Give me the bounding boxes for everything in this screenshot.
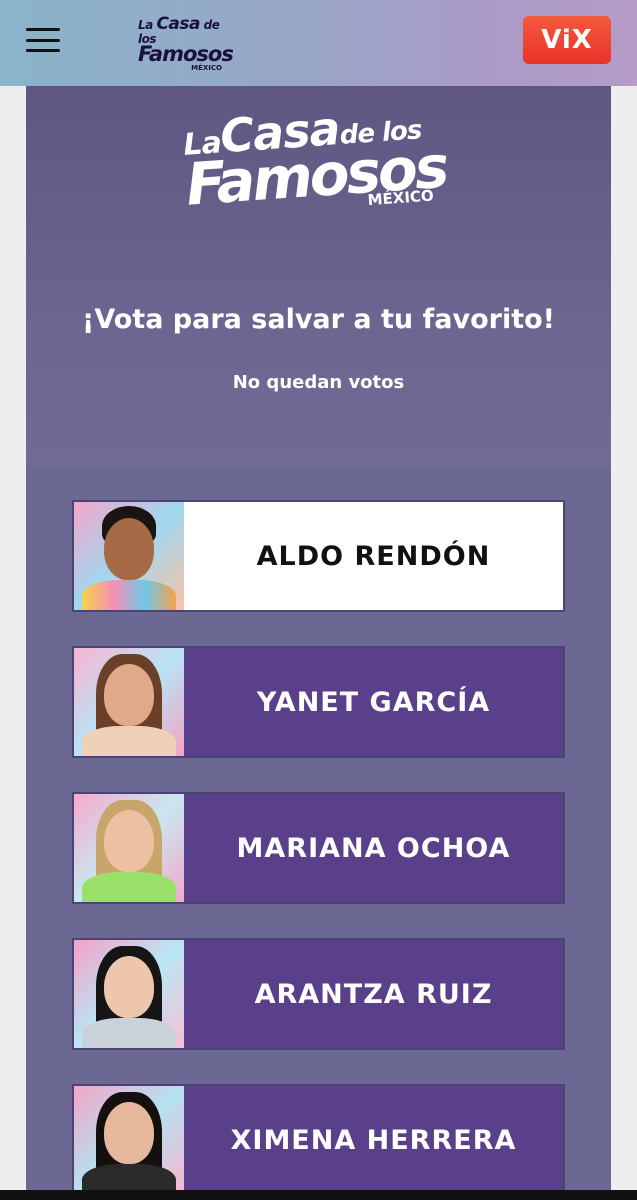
candidate-card-arantza[interactable]: ARANTZA RUIZ bbox=[72, 938, 565, 1050]
candidate-name: XIMENA HERRERA bbox=[230, 1124, 517, 1156]
logo-text-mexico: MÉXICO bbox=[191, 64, 222, 72]
header-logo[interactable]: La Casa de los Famosos MÉXICO bbox=[138, 14, 234, 72]
candidate-photo bbox=[74, 1086, 184, 1194]
vote-heading: ¡Vota para salvar a tu favorito! bbox=[82, 304, 555, 335]
candidate-name: ALDO RENDÓN bbox=[256, 540, 491, 572]
candidate-photo bbox=[74, 502, 184, 610]
candidate-photo bbox=[74, 940, 184, 1048]
candidate-list: ALDO RENDÓN YANET GARCÍA MARIANA OCHOA A… bbox=[26, 468, 611, 1196]
candidate-card-aldo[interactable]: ALDO RENDÓN bbox=[72, 500, 565, 612]
candidate-photo bbox=[74, 648, 184, 756]
top-navigation-bar: La Casa de los Famosos MÉXICO ViX bbox=[0, 0, 637, 86]
candidate-card-ximena[interactable]: XIMENA HERRERA bbox=[72, 1084, 565, 1196]
candidate-name: YANET GARCÍA bbox=[256, 686, 491, 718]
hamburger-menu-icon[interactable] bbox=[26, 26, 60, 54]
show-logo: LaCasade los Famosos MÉXICO bbox=[181, 96, 470, 255]
logo-text-famosos: Famosos bbox=[138, 42, 234, 66]
logo-text-la: La bbox=[138, 18, 153, 32]
system-navigation-bar bbox=[0, 1190, 637, 1200]
candidate-card-mariana[interactable]: MARIANA OCHOA bbox=[72, 792, 565, 904]
candidate-name: ARANTZA RUIZ bbox=[254, 978, 493, 1010]
candidate-card-yanet[interactable]: YANET GARCÍA bbox=[72, 646, 565, 758]
candidate-photo bbox=[74, 794, 184, 902]
hero-section: LaCasade los Famosos MÉXICO ¡Vota para s… bbox=[26, 86, 611, 468]
logo-text-casa: Casa bbox=[156, 14, 200, 34]
votes-remaining-text: No quedan votos bbox=[232, 372, 405, 393]
candidate-name: MARIANA OCHOA bbox=[236, 832, 511, 864]
voting-panel: LaCasade los Famosos MÉXICO ¡Vota para s… bbox=[26, 86, 611, 1196]
vix-button[interactable]: ViX bbox=[523, 16, 611, 64]
